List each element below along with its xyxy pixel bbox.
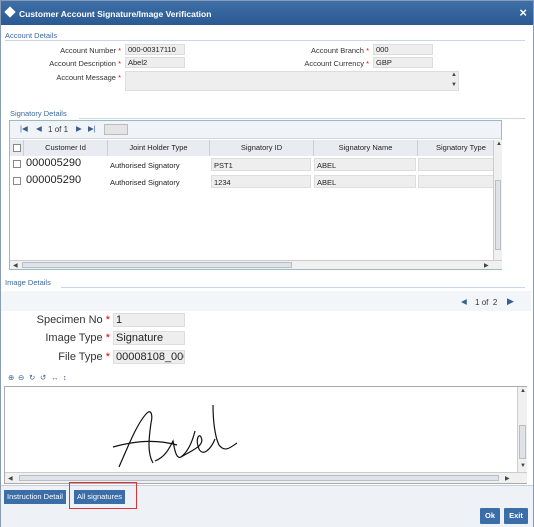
grid-vertical-scrollbar[interactable]: ▲	[493, 140, 502, 260]
select-all-checkbox[interactable]	[13, 144, 21, 152]
col-joint-holder-type[interactable]: Joint Holder Type	[108, 140, 210, 156]
account-details-heading: Account Details	[5, 31, 58, 40]
col-signatory-name[interactable]: Signatory Name	[314, 140, 418, 156]
title-bar[interactable]: Customer Account Signature/Image Verific…	[1, 1, 533, 25]
row-signatory-name[interactable]: ABEL	[314, 158, 416, 171]
account-number-field[interactable]: 000-00317110	[125, 44, 185, 55]
sig-horizontal-thumb[interactable]	[19, 475, 499, 481]
col-customer-id[interactable]: Customer Id	[24, 140, 108, 156]
image-type-label: Image Type *	[45, 332, 110, 344]
ok-button[interactable]: Ok	[480, 508, 500, 524]
signatory-grid-toolbar: |◀ ◀ 1 of 1 ▶ ▶|	[10, 121, 501, 139]
account-number-label: Account Number *	[60, 46, 121, 55]
signature-image-viewer: ▲ ▼ ◀ ▶	[4, 386, 527, 484]
account-currency-label: Account Currency *	[304, 59, 369, 68]
rotate-left-icon[interactable]: ↺	[40, 373, 46, 382]
account-message-label: Account Message *	[56, 73, 121, 82]
account-details-divider	[5, 40, 525, 41]
signatory-grid: |◀ ◀ 1 of 1 ▶ ▶| Customer Id Joint Holde…	[9, 120, 502, 270]
scroll-left-icon[interactable]: ◀	[13, 262, 18, 269]
grid-horizontal-scrollbar[interactable]: ◀ ▶	[10, 260, 502, 269]
account-currency-field[interactable]: GBP	[373, 57, 433, 68]
message-scroll-up-icon[interactable]: ▲	[451, 72, 457, 78]
horizontal-scroll-thumb[interactable]	[22, 262, 292, 268]
account-description-field[interactable]: Abel2	[125, 57, 185, 68]
zoom-in-icon[interactable]: ⊕	[8, 373, 14, 382]
row-signatory-id[interactable]: 1234	[211, 175, 311, 188]
image-type-field[interactable]: Signature	[113, 331, 185, 345]
signatory-pager: 1 of 1	[48, 125, 69, 134]
account-description-label: Account Description *	[49, 59, 121, 68]
scroll-right-icon[interactable]: ▶	[484, 262, 489, 269]
image-next-icon[interactable]: ▶	[507, 296, 514, 307]
last-page-icon[interactable]: ▶|	[88, 124, 96, 133]
image-pager-bar: ◀ 1 of 2 ▶	[1, 291, 531, 311]
zoom-out-icon[interactable]: ⊖	[18, 373, 24, 382]
image-prev-icon[interactable]: ◀	[461, 297, 467, 306]
select-all-header[interactable]	[10, 140, 24, 156]
specimen-no-field[interactable]: 1	[113, 313, 185, 327]
col-signatory-type[interactable]: Signatory Type	[418, 140, 494, 156]
sig-vertical-thumb[interactable]	[519, 425, 526, 459]
sig-scroll-down-icon[interactable]: ▼	[520, 463, 526, 469]
message-scroll-down-icon[interactable]: ▼	[451, 82, 457, 88]
row-customer-id: 000005290	[26, 174, 82, 186]
signature-image	[112, 404, 238, 468]
row-joint-holder-type: Authorised Signatory	[110, 161, 180, 170]
row-signatory-type[interactable]	[418, 175, 494, 188]
image-toolbar: ⊕ ⊖ ↻ ↺ ↔ ↕	[5, 371, 525, 385]
fit-height-icon[interactable]: ↕	[63, 373, 67, 382]
image-details-divider	[61, 287, 525, 288]
window-title: Customer Account Signature/Image Verific…	[19, 9, 212, 19]
image-details-heading: Image Details	[5, 278, 51, 287]
signatory-details-heading: Signatory Details	[10, 109, 67, 118]
row-joint-holder-type: Authorised Signatory	[110, 178, 180, 187]
vertical-scroll-thumb[interactable]	[495, 180, 501, 250]
exit-button[interactable]: Exit	[504, 508, 528, 524]
col-signatory-id[interactable]: Signatory ID	[210, 140, 314, 156]
file-type-label: File Type *	[58, 351, 110, 363]
rotate-right-icon[interactable]: ↻	[29, 373, 35, 382]
highlight-box	[69, 482, 137, 509]
row-signatory-name[interactable]: ABEL	[314, 175, 416, 188]
sig-scroll-left-icon[interactable]: ◀	[8, 475, 13, 482]
account-message-textarea[interactable]	[125, 71, 459, 91]
sig-scroll-up-icon[interactable]: ▲	[520, 388, 526, 394]
row-checkbox[interactable]	[13, 160, 21, 168]
image-pager: 1 of 2	[475, 298, 498, 307]
verification-window: Customer Account Signature/Image Verific…	[0, 0, 534, 527]
next-page-icon[interactable]: ▶	[76, 124, 82, 133]
row-checkbox[interactable]	[13, 177, 21, 185]
file-type-field[interactable]: 00008108_000	[113, 350, 185, 364]
account-branch-label: Account Branch *	[311, 46, 369, 55]
window-diamond-icon	[4, 6, 16, 18]
page-jump-input[interactable]	[104, 124, 128, 135]
signatory-details-divider	[79, 118, 525, 119]
row-signatory-id[interactable]: PST1	[211, 158, 311, 171]
row-customer-id: 000005290	[26, 157, 82, 169]
first-page-icon[interactable]: |◀	[20, 124, 28, 133]
specimen-no-label: Specimen No *	[36, 314, 110, 326]
tab-instruction-detail[interactable]: Instruction Detail	[4, 490, 66, 504]
row-signatory-type[interactable]	[418, 158, 494, 171]
scroll-up-icon[interactable]: ▲	[496, 141, 502, 147]
close-icon[interactable]: ×	[519, 5, 527, 20]
sig-scroll-right-icon[interactable]: ▶	[505, 475, 510, 482]
account-branch-field[interactable]: 000	[373, 44, 433, 55]
fit-width-icon[interactable]: ↔	[51, 373, 59, 382]
signature-vertical-scrollbar[interactable]: ▲ ▼	[517, 387, 527, 472]
prev-page-icon[interactable]: ◀	[36, 124, 42, 133]
